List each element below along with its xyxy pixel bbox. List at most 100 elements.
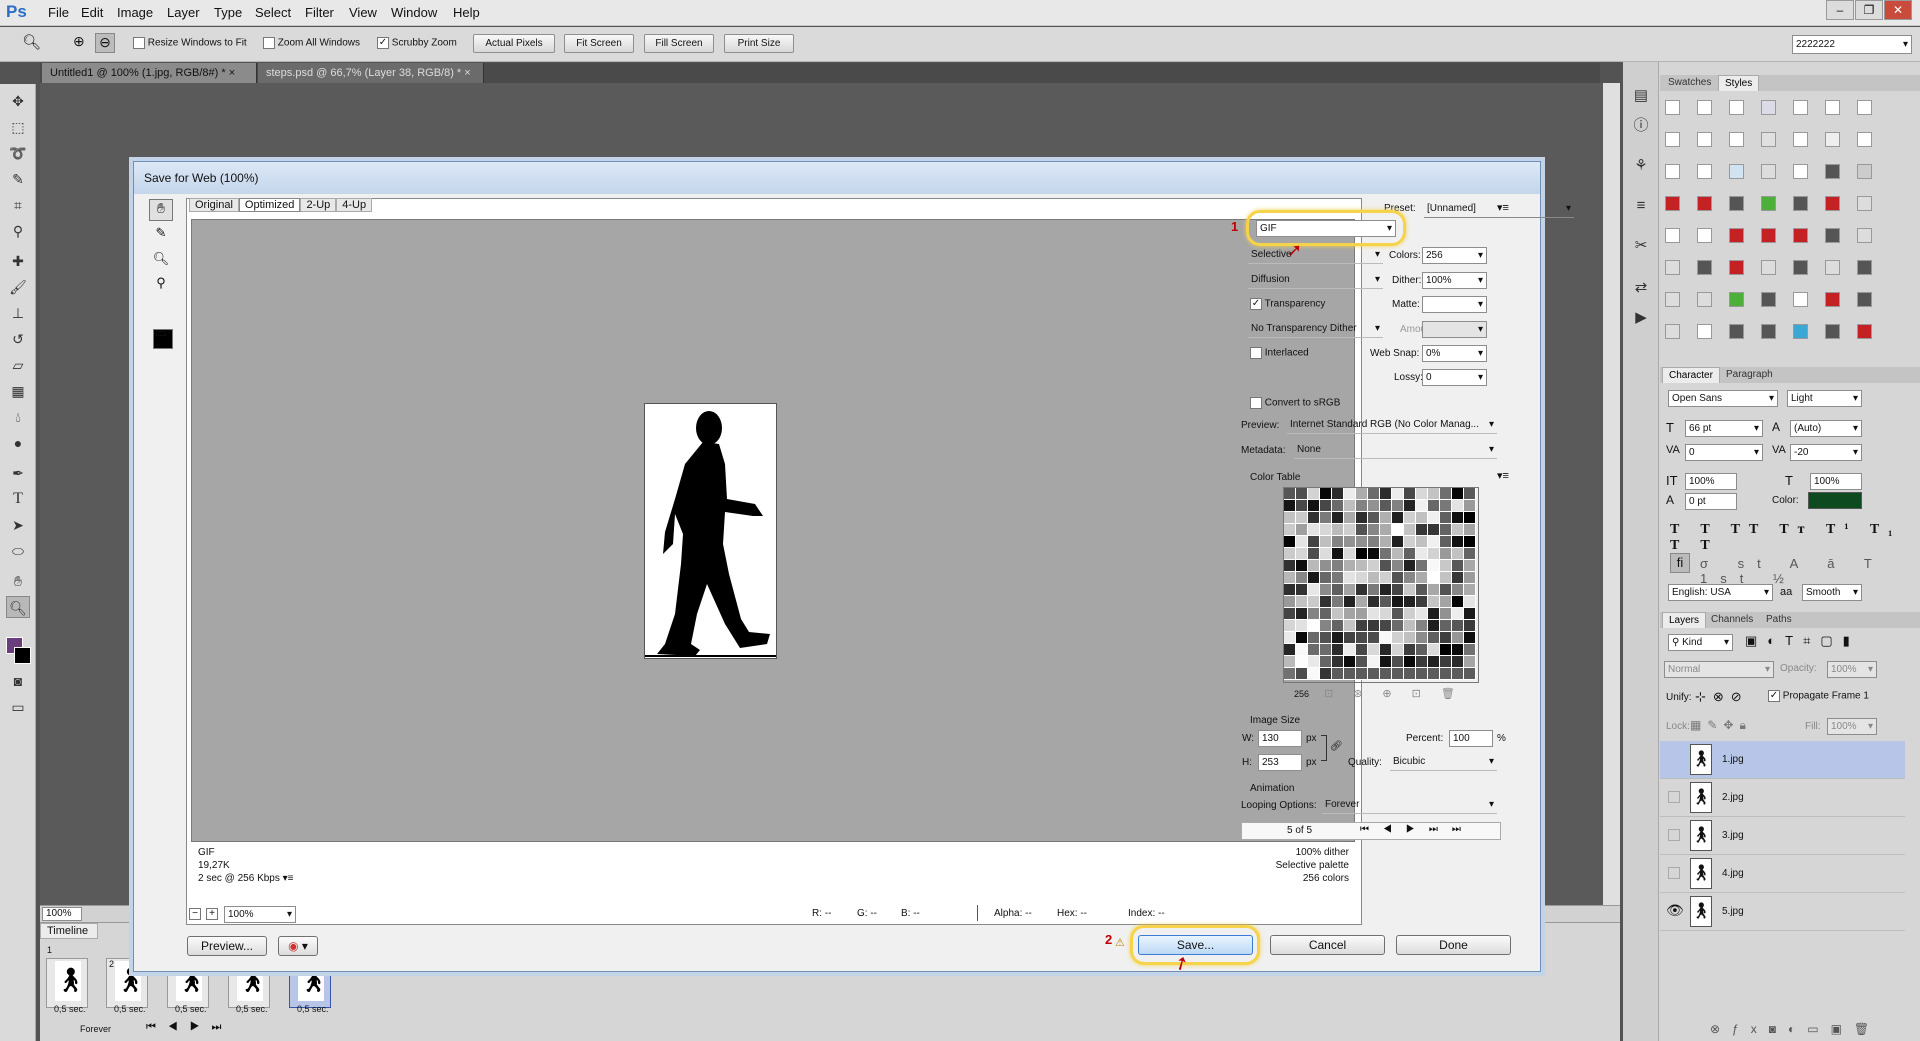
palette-cell[interactable] bbox=[1296, 656, 1308, 668]
tab-paragraph[interactable]: Paragraph bbox=[1720, 367, 1779, 383]
palette-cell[interactable] bbox=[1344, 608, 1356, 620]
palette-cell[interactable] bbox=[1320, 584, 1332, 596]
palette-cell[interactable] bbox=[1404, 632, 1416, 644]
pen-tool-icon[interactable]: ✒ bbox=[6, 462, 30, 484]
dither-field[interactable]: 100% bbox=[1422, 272, 1487, 289]
colors-select[interactable]: 256 bbox=[1422, 247, 1487, 264]
palette-cell[interactable] bbox=[1320, 572, 1332, 584]
layer-row-3[interactable]: 🚶︎ 3.jpg bbox=[1660, 817, 1905, 855]
menu-file[interactable]: File bbox=[48, 5, 69, 20]
palette-cell[interactable] bbox=[1368, 656, 1380, 668]
opacity-field[interactable]: 100% bbox=[1827, 661, 1877, 678]
style-swatch[interactable] bbox=[1729, 196, 1744, 211]
style-swatch[interactable] bbox=[1825, 196, 1840, 211]
hand-tool-icon[interactable]: ✋︎ bbox=[6, 570, 30, 592]
menu-layer[interactable]: Layer bbox=[167, 5, 200, 20]
palette-cell[interactable] bbox=[1332, 524, 1344, 536]
palette-cell[interactable] bbox=[1332, 512, 1344, 524]
palette-cell[interactable] bbox=[1344, 500, 1356, 512]
palette-cell[interactable] bbox=[1452, 536, 1464, 548]
info-icon[interactable]: ⓘ bbox=[1628, 114, 1654, 138]
style-swatch[interactable] bbox=[1793, 292, 1808, 307]
palette-cell[interactable] bbox=[1344, 512, 1356, 524]
font-size-field[interactable]: 66 pt bbox=[1685, 420, 1763, 437]
style-swatch[interactable] bbox=[1825, 228, 1840, 243]
color-table-grid[interactable] bbox=[1283, 487, 1479, 683]
palette-cell[interactable] bbox=[1356, 620, 1368, 632]
palette-cell[interactable] bbox=[1428, 548, 1440, 560]
palette-cell[interactable] bbox=[1308, 584, 1320, 596]
palette-cell[interactable] bbox=[1464, 656, 1476, 668]
style-swatch[interactable] bbox=[1665, 292, 1680, 307]
visibility-toggle[interactable] bbox=[1668, 867, 1680, 879]
transparency-dither-select[interactable]: No Transparency Dither bbox=[1248, 321, 1383, 338]
palette-cell[interactable] bbox=[1392, 512, 1404, 524]
zoom-field[interactable]: 100% bbox=[42, 907, 82, 921]
palette-cell[interactable] bbox=[1440, 500, 1452, 512]
palette-cell[interactable] bbox=[1356, 644, 1368, 656]
palette-cell[interactable] bbox=[1428, 656, 1440, 668]
palette-cell[interactable] bbox=[1452, 632, 1464, 644]
dodge-tool-icon[interactable]: ● bbox=[6, 432, 30, 454]
palette-cell[interactable] bbox=[1452, 572, 1464, 584]
palette-cell[interactable] bbox=[1368, 632, 1380, 644]
palette-cell[interactable] bbox=[1440, 620, 1452, 632]
palette-cell[interactable] bbox=[1380, 560, 1392, 572]
style-swatch[interactable] bbox=[1729, 132, 1744, 147]
fill-field[interactable]: 100% bbox=[1827, 718, 1877, 735]
palette-cell[interactable] bbox=[1344, 572, 1356, 584]
optimized-preview[interactable] bbox=[191, 219, 1355, 842]
eyedropper-icon[interactable]: ⚲ bbox=[149, 275, 173, 297]
palette-cell[interactable] bbox=[1284, 500, 1296, 512]
style-swatch[interactable] bbox=[1761, 164, 1776, 179]
palette-cell[interactable] bbox=[1440, 656, 1452, 668]
palette-cell[interactable] bbox=[1428, 584, 1440, 596]
palette-cell[interactable] bbox=[1416, 536, 1428, 548]
palette-cell[interactable] bbox=[1416, 560, 1428, 572]
zoom-in-button[interactable]: + bbox=[206, 908, 218, 920]
palette-cell[interactable] bbox=[1308, 644, 1320, 656]
palette-cell[interactable] bbox=[1464, 548, 1476, 560]
palette-cell[interactable] bbox=[1416, 596, 1428, 608]
type-tool-icon[interactable]: T bbox=[6, 488, 30, 510]
tab-original[interactable]: Original bbox=[189, 198, 239, 212]
style-swatch[interactable] bbox=[1825, 100, 1840, 115]
style-swatch[interactable] bbox=[1729, 324, 1744, 339]
palette-cell[interactable] bbox=[1404, 668, 1416, 680]
timeline-tab[interactable]: Timeline bbox=[40, 923, 98, 939]
palette-cell[interactable] bbox=[1440, 584, 1452, 596]
palette-cell[interactable] bbox=[1464, 488, 1476, 500]
palette-cell[interactable] bbox=[1332, 608, 1344, 620]
zoom-out-button[interactable]: − bbox=[189, 908, 201, 920]
palette-cell[interactable] bbox=[1296, 584, 1308, 596]
menu-select[interactable]: Select bbox=[255, 5, 291, 20]
unify-icons[interactable]: ⊹⊗⊘ bbox=[1695, 689, 1749, 705]
palette-cell[interactable] bbox=[1464, 500, 1476, 512]
actual-pixels-button[interactable]: Actual Pixels bbox=[473, 34, 555, 53]
palette-cell[interactable] bbox=[1284, 620, 1296, 632]
palette-cell[interactable] bbox=[1356, 536, 1368, 548]
palette-cell[interactable] bbox=[1440, 632, 1452, 644]
palette-cell[interactable] bbox=[1380, 620, 1392, 632]
palette-cell[interactable] bbox=[1320, 668, 1332, 680]
layer-row-5[interactable]: 👁︎ 🚶︎ 5.jpg bbox=[1660, 893, 1905, 931]
style-swatch[interactable] bbox=[1761, 292, 1776, 307]
palette-cell[interactable] bbox=[1464, 572, 1476, 584]
style-swatch[interactable] bbox=[1857, 132, 1872, 147]
tab-2up[interactable]: 2-Up bbox=[300, 198, 337, 212]
style-swatch[interactable] bbox=[1729, 228, 1744, 243]
palette-cell[interactable] bbox=[1332, 632, 1344, 644]
style-swatch[interactable] bbox=[1761, 228, 1776, 243]
palette-cell[interactable] bbox=[1344, 536, 1356, 548]
checkbox-box[interactable] bbox=[1250, 397, 1262, 409]
palette-cell[interactable] bbox=[1308, 524, 1320, 536]
tab-swatches[interactable]: Swatches bbox=[1662, 75, 1717, 91]
background-color[interactable] bbox=[14, 647, 31, 664]
palette-cell[interactable] bbox=[1392, 536, 1404, 548]
style-swatch[interactable] bbox=[1857, 324, 1872, 339]
palette-cell[interactable] bbox=[1296, 536, 1308, 548]
palette-cell[interactable] bbox=[1404, 500, 1416, 512]
palette-cell[interactable] bbox=[1380, 524, 1392, 536]
menu-filter[interactable]: Filter bbox=[305, 5, 334, 20]
palette-cell[interactable] bbox=[1332, 572, 1344, 584]
